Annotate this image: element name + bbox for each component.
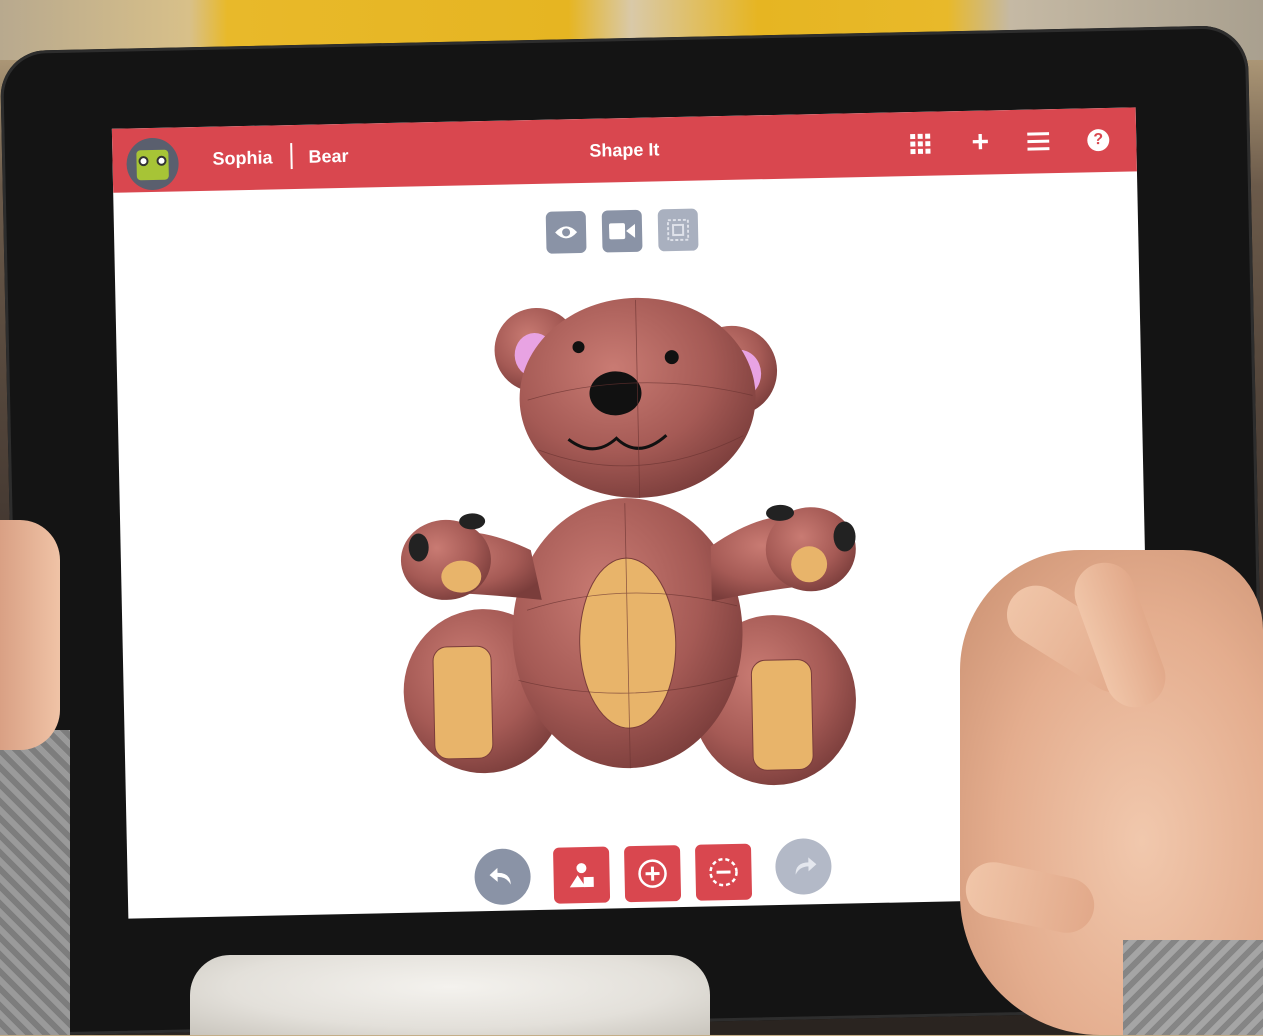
shapes-icon xyxy=(569,863,594,888)
help-icon[interactable]: ? xyxy=(1080,122,1117,159)
menu-icon[interactable] xyxy=(1020,123,1057,160)
shapes-button[interactable] xyxy=(552,846,611,904)
add-shape-button[interactable] xyxy=(623,845,682,903)
redo-button[interactable] xyxy=(774,837,833,896)
sweater-sleeve-left xyxy=(0,730,70,1035)
help-symbol: ? xyxy=(1087,128,1110,152)
sweater-sleeve-right xyxy=(1123,940,1263,1035)
bear-right-foot-patch xyxy=(750,659,814,771)
redo-icon xyxy=(795,857,817,875)
subtract-shape-button[interactable] xyxy=(694,843,753,901)
view-frame-button[interactable] xyxy=(657,208,699,252)
bear-left-foot-patch xyxy=(432,645,494,760)
fluffy-blanket xyxy=(190,955,710,1035)
plus-icon[interactable]: + xyxy=(962,124,999,161)
undo-button[interactable] xyxy=(474,848,532,906)
view-camera-button[interactable] xyxy=(601,209,643,253)
subtract-icon xyxy=(709,857,738,887)
add-icon xyxy=(638,859,667,888)
frame-icon xyxy=(666,218,690,242)
view-eye-button[interactable] xyxy=(545,210,587,254)
grid-icon[interactable] xyxy=(902,126,939,163)
left-hand xyxy=(0,520,60,750)
camera-icon xyxy=(608,223,636,240)
eye-icon xyxy=(555,226,578,239)
undo-icon xyxy=(489,867,511,885)
bear-3d-model[interactable] xyxy=(385,283,876,813)
